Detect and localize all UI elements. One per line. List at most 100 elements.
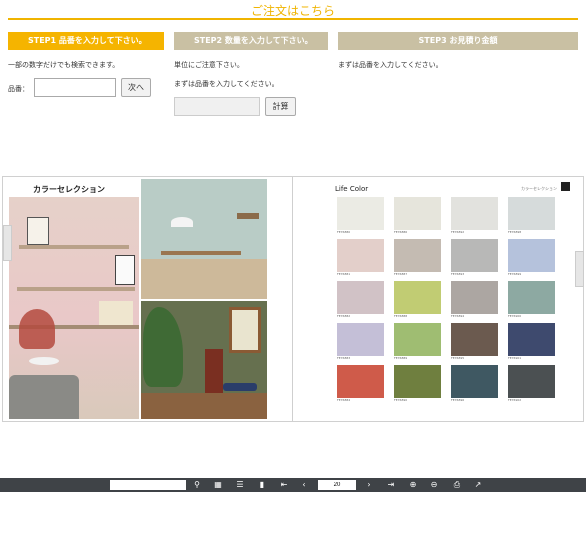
color-swatch: FE76889 (394, 323, 441, 360)
color-swatch-grid: FE76880 FE76886 FE76892 FE76898 FE76881 FE768… (337, 197, 565, 411)
color-swatch: FE76890 (394, 365, 441, 402)
swatch-code: FE76890 (394, 398, 408, 402)
right-page-tab[interactable] (575, 251, 584, 287)
swatch-color (337, 365, 384, 398)
step2-header: STEP2 数量を入力して下さい。 (174, 32, 328, 50)
zoom-in-icon[interactable]: ⊕ (406, 478, 420, 492)
step3-header: STEP3 お見積り金額 (338, 32, 578, 50)
swatch-color (394, 323, 441, 356)
catalog-viewer: カラーセレクション Life Color カラーセレクション FE76880 F… (2, 176, 584, 422)
swatch-code: FE76902 (508, 398, 522, 402)
swatch-color (394, 365, 441, 398)
swatch-code: FE76895 (451, 356, 465, 360)
toolbar-search-input[interactable] (110, 480, 186, 490)
swatch-code: FE76883 (337, 356, 351, 360)
search-icon[interactable]: ⚲ (190, 478, 204, 492)
room-photo-dining (141, 179, 267, 299)
swatch-color (508, 281, 555, 314)
right-page-subtitle: カラーセレクション (521, 186, 557, 191)
swatch-code: FE76901 (508, 356, 522, 360)
swatch-color (451, 365, 498, 398)
thumbnails-icon[interactable]: ▦ (211, 478, 225, 492)
color-swatch: FE76884 (337, 365, 384, 402)
swatch-color (337, 281, 384, 314)
color-swatch: FE76883 (337, 323, 384, 360)
swatch-color (394, 197, 441, 230)
swatch-color (394, 281, 441, 314)
swatch-color (337, 323, 384, 356)
color-swatch: FE76888 (394, 281, 441, 318)
last-page-icon[interactable]: ⇥ (384, 478, 398, 492)
swatch-code: FE76893 (451, 272, 465, 276)
bookmark-icon[interactable]: ▮ (255, 478, 269, 492)
swatch-color (451, 239, 498, 272)
swatch-color (394, 239, 441, 272)
prev-page-icon[interactable]: ‹ (297, 478, 311, 492)
swatch-code: FE76892 (451, 230, 465, 234)
swatch-code: FE76889 (394, 356, 408, 360)
swatch-code: FE76888 (394, 314, 408, 318)
color-swatch: FE76881 (337, 239, 384, 276)
swatch-code: FE76881 (337, 272, 351, 276)
color-swatch: FE76895 (451, 323, 498, 360)
color-swatch: FE76899 (508, 239, 555, 276)
swatch-code: FE76882 (337, 314, 351, 318)
page-binding (292, 177, 293, 421)
swatch-color (508, 239, 555, 272)
step2-instruction: まずは品番を入力してください。 (174, 80, 279, 88)
swatch-code: FE76887 (394, 272, 408, 276)
next-button[interactable]: 次へ (121, 78, 151, 97)
swatch-code: FE76899 (508, 272, 522, 276)
catalog-left-page: カラーセレクション (7, 179, 291, 419)
swatch-color (508, 197, 555, 230)
qr-code-icon (561, 182, 570, 191)
swatch-color (508, 323, 555, 356)
room-photo-shelves (9, 197, 139, 419)
color-swatch: FE76882 (337, 281, 384, 318)
color-swatch: FE76896 (451, 365, 498, 402)
color-swatch: FE76886 (394, 197, 441, 234)
list-icon[interactable]: ☰ (233, 478, 247, 492)
swatch-color (451, 281, 498, 314)
print-icon[interactable]: ⎙ (450, 478, 464, 492)
color-swatch: FE76887 (394, 239, 441, 276)
swatch-code: FE76900 (508, 314, 522, 318)
color-swatch: FE76892 (451, 197, 498, 234)
room-photo-green (141, 301, 267, 419)
color-swatch: FE76894 (451, 281, 498, 318)
color-swatch: FE76902 (508, 365, 555, 402)
swatch-code: FE76886 (394, 230, 408, 234)
step1-note: 一部の数字だけでも検索できます。 (8, 61, 120, 69)
swatch-color (451, 323, 498, 356)
calculate-button[interactable]: 計算 (265, 97, 296, 116)
order-title: ご注文はこちら (250, 4, 335, 18)
step2-unit-note: 単位にご注意下さい。 (174, 61, 244, 69)
step1-header: STEP1 品番を入力して下さい。 (8, 32, 164, 50)
swatch-color (337, 239, 384, 272)
share-icon[interactable]: ↗ (471, 478, 485, 492)
left-page-title: カラーセレクション (33, 185, 105, 194)
right-page-title: Life Color (335, 185, 369, 193)
swatch-color (451, 197, 498, 230)
left-page-tab[interactable] (3, 225, 12, 261)
color-swatch: FE76898 (508, 197, 555, 234)
viewer-toolbar: ⚲ ▦ ☰ ▮ ⇤ ‹ › ⇥ ⊕ ⊖ ⎙ ↗ (0, 478, 586, 492)
swatch-color (508, 365, 555, 398)
color-swatch: FE76893 (451, 239, 498, 276)
title-divider (8, 18, 578, 20)
product-code-input[interactable] (34, 78, 116, 97)
first-page-icon[interactable]: ⇤ (277, 478, 291, 492)
step3-note: まずは品番を入力してください。 (338, 61, 443, 69)
color-swatch: FE76901 (508, 323, 555, 360)
swatch-code: FE76896 (451, 398, 465, 402)
color-swatch: FE76880 (337, 197, 384, 234)
swatch-code: FE76884 (337, 398, 351, 402)
catalog-right-page: Life Color カラーセレクション FE76880 FE76886 FE768… (295, 179, 577, 419)
zoom-out-icon[interactable]: ⊖ (427, 478, 441, 492)
page-number-input[interactable] (318, 480, 356, 490)
quantity-input[interactable] (174, 97, 260, 116)
product-code-label: 品番： (8, 85, 29, 93)
next-page-icon[interactable]: › (362, 478, 376, 492)
swatch-color (337, 197, 384, 230)
color-swatch: FE76900 (508, 281, 555, 318)
